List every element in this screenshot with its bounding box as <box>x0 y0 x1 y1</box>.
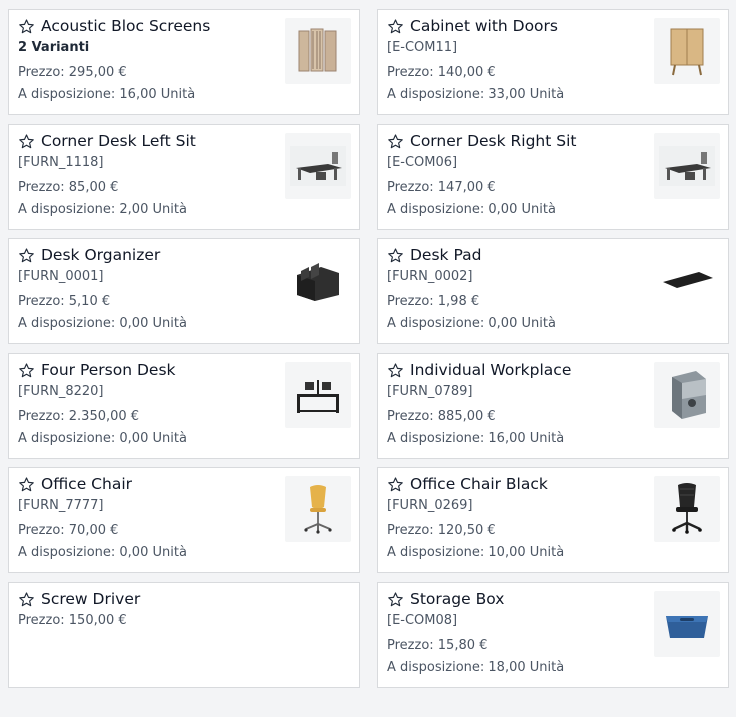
star-icon[interactable] <box>386 475 404 493</box>
product-stock: A disposizione: 0,00 Unità <box>18 316 187 331</box>
product-name: Acoustic Bloc Screens <box>41 17 211 35</box>
product-name: Corner Desk Right Sit <box>410 132 577 150</box>
card-title-row: Desk Pad <box>386 246 481 264</box>
product-name: Office Chair Black <box>410 475 548 493</box>
product-name: Cabinet with Doors <box>410 17 558 35</box>
card-title-row: Screw Driver <box>17 590 140 608</box>
card-title-row: Office Chair <box>17 475 132 493</box>
product-price: Prezzo: 2.350,00 € <box>18 409 140 424</box>
product-card[interactable]: Screw Driver Prezzo: 150,00 € <box>8 582 360 688</box>
product-code: [FURN_0001] <box>18 269 104 284</box>
product-stock: A disposizione: 2,00 Unità <box>18 202 187 217</box>
corner-desk-image <box>654 133 720 199</box>
product-card[interactable]: Desk Pad [FURN_0002] Prezzo: 1,98 € A di… <box>377 238 729 344</box>
storage-box-image <box>654 591 720 657</box>
star-icon[interactable] <box>17 132 35 150</box>
workplace-image <box>654 362 720 428</box>
product-card[interactable]: Cabinet with Doors [E-COM11] Prezzo: 140… <box>377 9 729 115</box>
product-card[interactable]: Storage Box [E-COM08] Prezzo: 15,80 € A … <box>377 582 729 688</box>
card-title-row: Office Chair Black <box>386 475 548 493</box>
product-card[interactable]: Corner Desk Right Sit [E-COM06] Prezzo: … <box>377 124 729 230</box>
product-card[interactable]: Four Person Desk [FURN_8220] Prezzo: 2.3… <box>8 353 360 459</box>
product-name: Screw Driver <box>41 590 141 608</box>
product-code: [FURN_0002] <box>387 269 473 284</box>
star-icon[interactable] <box>386 361 404 379</box>
product-stock: A disposizione: 33,00 Unità <box>387 87 565 102</box>
product-code: [FURN_1118] <box>18 155 104 170</box>
product-price: Prezzo: 120,50 € <box>387 523 496 538</box>
product-kanban-grid: Acoustic Bloc Screens 2 Varianti Prezzo:… <box>0 0 736 717</box>
star-icon[interactable] <box>17 17 35 35</box>
product-price: Prezzo: 885,00 € <box>387 409 496 424</box>
star-icon[interactable] <box>386 590 404 608</box>
product-name: Desk Organizer <box>41 246 161 264</box>
star-icon[interactable] <box>386 246 404 264</box>
office-chair-image <box>285 476 351 542</box>
product-code: [FURN_8220] <box>18 384 104 399</box>
card-title-row: Desk Organizer <box>17 246 160 264</box>
star-icon[interactable] <box>17 475 35 493</box>
product-code: [FURN_7777] <box>18 498 104 513</box>
product-card[interactable]: Desk Organizer [FURN_0001] Prezzo: 5,10 … <box>8 238 360 344</box>
four-desk-image <box>285 362 351 428</box>
product-price: Prezzo: 85,00 € <box>18 180 119 195</box>
star-icon[interactable] <box>17 361 35 379</box>
product-stock: A disposizione: 18,00 Unità <box>387 660 565 675</box>
product-stock: A disposizione: 16,00 Unità <box>387 431 565 446</box>
product-price: Prezzo: 140,00 € <box>387 65 496 80</box>
card-title-row: Four Person Desk <box>17 361 176 379</box>
product-name: Individual Workplace <box>410 361 572 379</box>
product-stock: A disposizione: 0,00 Unità <box>18 545 187 560</box>
card-title-row: Cabinet with Doors <box>386 17 558 35</box>
product-code: [E-COM06] <box>387 155 458 170</box>
screens-image <box>285 18 351 84</box>
cabinet-image <box>654 18 720 84</box>
product-name: Corner Desk Left Sit <box>41 132 196 150</box>
office-chair-black-image <box>654 476 720 542</box>
star-icon[interactable] <box>386 132 404 150</box>
product-name: Desk Pad <box>410 246 482 264</box>
star-icon[interactable] <box>386 17 404 35</box>
product-stock: A disposizione: 10,00 Unità <box>387 545 565 560</box>
star-icon[interactable] <box>17 246 35 264</box>
product-name: Storage Box <box>410 590 505 608</box>
card-title-row: Storage Box <box>386 590 504 608</box>
product-stock: A disposizione: 0,00 Unità <box>387 202 556 217</box>
card-title-row: Corner Desk Right Sit <box>386 132 576 150</box>
product-stock: A disposizione: 0,00 Unità <box>18 431 187 446</box>
card-title-row: Acoustic Bloc Screens <box>17 17 210 35</box>
product-card[interactable]: Individual Workplace [FURN_0789] Prezzo:… <box>377 353 729 459</box>
product-price: Prezzo: 70,00 € <box>18 523 119 538</box>
variants-count: 2 Varianti <box>18 40 90 55</box>
product-price: Prezzo: 150,00 € <box>18 613 127 628</box>
product-price: Prezzo: 15,80 € <box>387 638 488 653</box>
product-price: Prezzo: 1,98 € <box>387 294 480 309</box>
product-card[interactable]: Corner Desk Left Sit [FURN_1118] Prezzo:… <box>8 124 360 230</box>
desk-pad-image <box>654 247 720 313</box>
product-code: [FURN_0269] <box>387 498 473 513</box>
star-icon[interactable] <box>17 590 35 608</box>
product-price: Prezzo: 147,00 € <box>387 180 496 195</box>
product-name: Four Person Desk <box>41 361 176 379</box>
product-card[interactable]: Office Chair [FURN_7777] Prezzo: 70,00 €… <box>8 467 360 573</box>
card-title-row: Individual Workplace <box>386 361 571 379</box>
product-name: Office Chair <box>41 475 132 493</box>
product-price: Prezzo: 5,10 € <box>18 294 111 309</box>
organizer-image <box>285 247 351 313</box>
product-stock: A disposizione: 16,00 Unità <box>18 87 196 102</box>
product-code: [E-COM08] <box>387 613 458 628</box>
product-stock: A disposizione: 0,00 Unità <box>387 316 556 331</box>
product-code: [FURN_0789] <box>387 384 473 399</box>
product-card[interactable]: Office Chair Black [FURN_0269] Prezzo: 1… <box>377 467 729 573</box>
product-price: Prezzo: 295,00 € <box>18 65 127 80</box>
product-code: [E-COM11] <box>387 40 458 55</box>
card-title-row: Corner Desk Left Sit <box>17 132 196 150</box>
product-card[interactable]: Acoustic Bloc Screens 2 Varianti Prezzo:… <box>8 9 360 115</box>
corner-desk-image <box>285 133 351 199</box>
